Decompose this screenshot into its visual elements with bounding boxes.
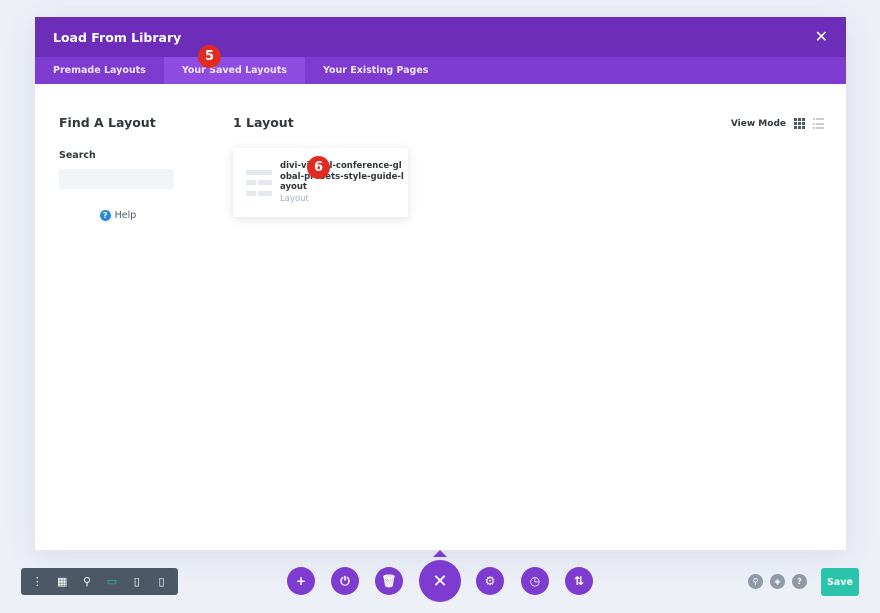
layout-name: divi-virtual-conference-global-presets-s… <box>280 161 404 193</box>
tab-your-existing-pages[interactable]: Your Existing Pages <box>305 57 447 84</box>
help-label: Help <box>114 210 137 221</box>
active-caret <box>433 550 447 557</box>
load-from-library-modal: Load From Library ✕ Premade Layouts Your… <box>35 17 846 550</box>
close-icon[interactable]: ✕ <box>815 29 828 45</box>
step-badge-6: 6 <box>307 156 330 179</box>
settings-button[interactable]: ⚙ <box>476 567 504 595</box>
help-icon[interactable]: ? <box>792 574 807 589</box>
find-layout-heading: Find A Layout <box>59 115 156 130</box>
save-button[interactable]: Save <box>821 568 859 596</box>
layout-thumbnail-icon <box>246 169 272 196</box>
history-icon: ◷ <box>529 574 541 588</box>
grid-view-icon[interactable] <box>794 118 805 129</box>
power-icon: ⏻ <box>340 573 350 588</box>
phone-icon[interactable]: ▯ <box>153 575 171 588</box>
add-icon: + <box>295 574 307 588</box>
more-vertical-icon[interactable]: ⋮ <box>28 575 46 588</box>
trash-button[interactable]: 🗑 <box>375 567 403 595</box>
view-mode-switcher: View Mode <box>731 118 824 129</box>
device-toolbar: ⋮ ▦ ⚲ ▭ ▯ ▯ <box>21 568 178 595</box>
close-icon: ✕ <box>432 570 448 592</box>
modal-header: Load From Library ✕ <box>35 17 846 57</box>
wireframe-icon[interactable]: ▦ <box>53 575 71 588</box>
sort-icon: ⇅ <box>573 574 585 588</box>
view-mode-label: View Mode <box>730 118 786 129</box>
sort-button[interactable]: ⇅ <box>565 567 593 595</box>
help-circle-icon: ? <box>99 210 111 221</box>
layout-card[interactable]: divi-virtual-conference-global-presets-s… <box>233 148 408 217</box>
search-label: Search <box>59 150 96 161</box>
desktop-icon[interactable]: ▭ <box>103 575 121 588</box>
zoom-icon[interactable]: ⚲ <box>78 575 96 588</box>
modal-title: Load From Library <box>53 29 182 45</box>
help-link[interactable]: ? Help <box>59 210 179 221</box>
settings-icon: ⚙ <box>484 574 496 588</box>
step-badge-5: 5 <box>198 45 221 68</box>
library-tabs: Premade Layouts Your Saved Layouts Your … <box>35 45 846 84</box>
power-button[interactable]: ⏻ <box>331 567 359 595</box>
results-count: 1 Layout <box>233 115 294 130</box>
layers-icon[interactable]: ◈ <box>770 574 785 589</box>
layout-type: Layout <box>280 193 309 204</box>
find-layout-sidebar: Find A Layout Search ? Help <box>59 115 179 221</box>
list-view-icon[interactable] <box>813 118 824 129</box>
search-input[interactable] <box>59 169 174 189</box>
trash-icon: 🗑 <box>381 574 397 588</box>
history-button[interactable]: ◷ <box>521 567 549 595</box>
close-builder-button[interactable]: ✕ <box>419 560 461 602</box>
layout-info: divi-virtual-conference-global-presets-s… <box>280 161 405 204</box>
tablet-icon[interactable]: ▯ <box>128 575 146 588</box>
search-icon[interactable]: ⚲ <box>748 574 763 589</box>
tab-your-saved-layouts[interactable]: Your Saved Layouts <box>163 57 305 84</box>
add-button[interactable]: + <box>287 567 315 595</box>
tab-premade-layouts[interactable]: Premade Layouts <box>35 57 164 84</box>
builder-bottom-bar: ⋮ ▦ ⚲ ▭ ▯ ▯ + ⏻ 🗑 ✕ ⚙ ◷ ⇅ ⚲ ◈ ? Save <box>0 550 880 613</box>
